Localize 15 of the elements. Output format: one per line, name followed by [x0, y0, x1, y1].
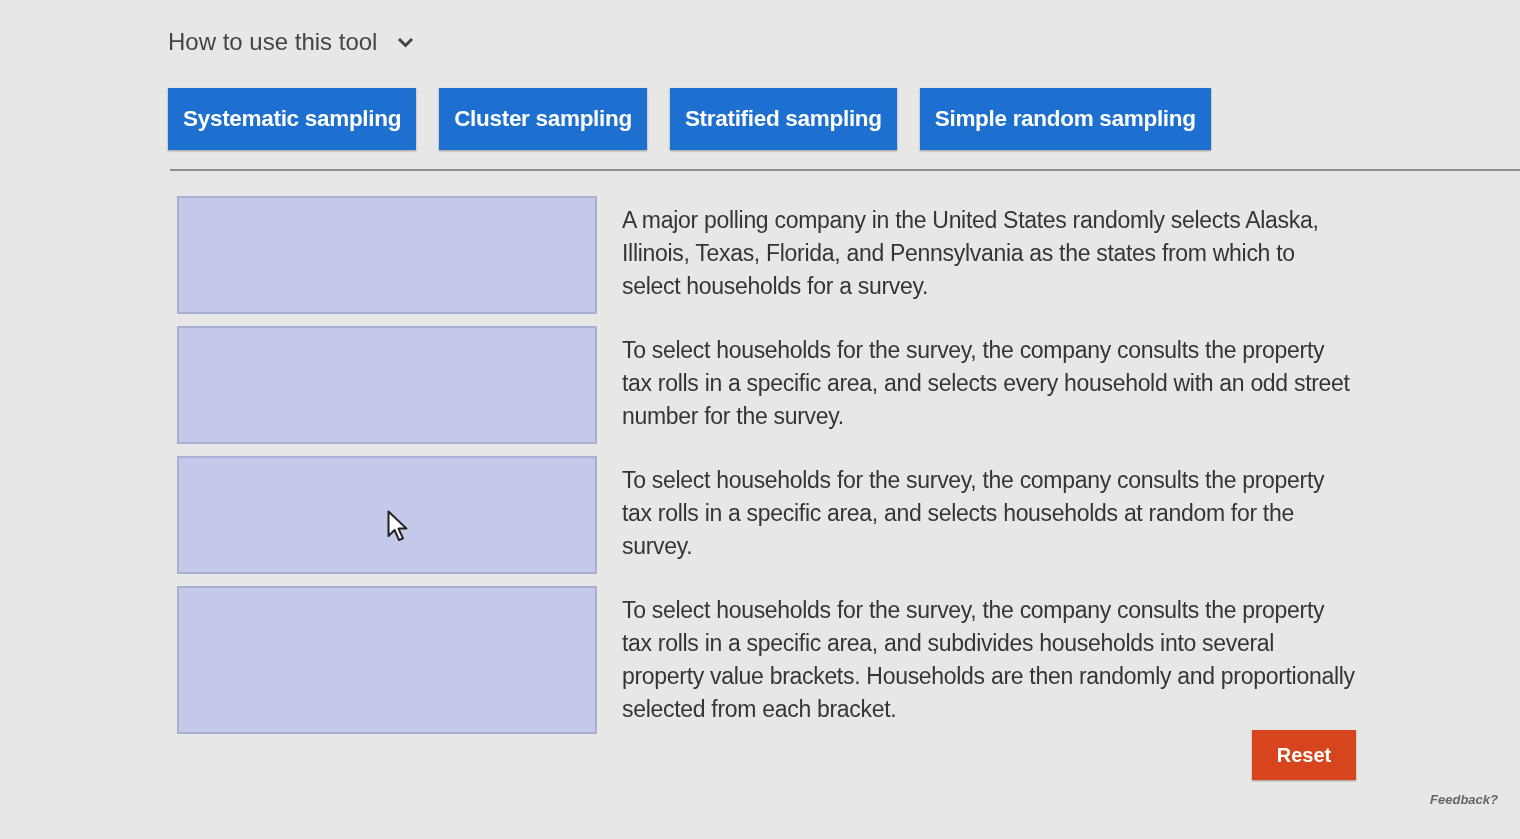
- feedback-link[interactable]: Feedback?: [1430, 792, 1498, 807]
- help-toggle-link[interactable]: How to use this tool: [168, 28, 415, 56]
- drop-zone[interactable]: [177, 586, 597, 734]
- reset-button[interactable]: Reset: [1252, 730, 1356, 780]
- drop-zone[interactable]: [177, 196, 597, 314]
- scenario-description: A major polling company in the United States randomly selects Alaska, Illinois, Texas, Florida, and Pennsylvania as the states from which to select households for a survey.: [622, 206, 1320, 301]
- drop-zone[interactable]: [177, 326, 597, 444]
- scenario-description: To select households for the survey, the company consults the property tax rolls in a specific area, and selects every household with an odd street number for the survey.: [622, 336, 1351, 431]
- answer-choice-button[interactable]: Simple random sampling: [919, 88, 1211, 150]
- drop-zone[interactable]: [177, 456, 597, 574]
- answer-choice-button[interactable]: Cluster sampling: [439, 88, 647, 150]
- answer-choice-button[interactable]: Systematic sampling: [168, 88, 417, 150]
- scenario-description: To select households for the survey, the company consults the property tax rolls in a specific area, and selects households at random for the survey.: [622, 466, 1326, 561]
- scenario-description: To select households for the survey, the company consults the property tax rolls in a specific area, and subdivides households into several property value brackets. Households are then randomly and proportionally selected from each bracket.: [622, 596, 1356, 724]
- answer-choice-button[interactable]: Stratified sampling: [669, 88, 897, 150]
